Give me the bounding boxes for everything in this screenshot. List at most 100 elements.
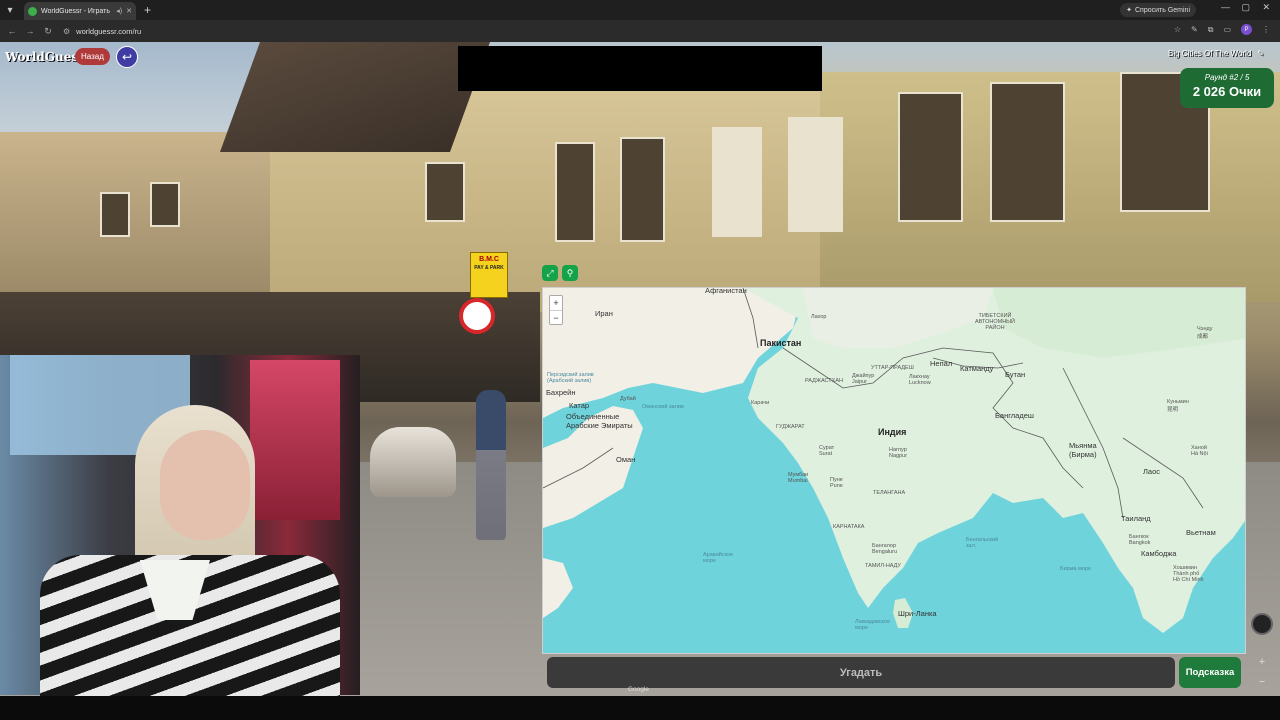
map-label: Камбоджа <box>1141 549 1177 558</box>
cast-icon[interactable]: ▭ <box>1223 25 1231 34</box>
browser-tab-bar: ▾ WorldGuessr - Играть в Ge... ◂) ✕ + ✦ … <box>0 0 1280 20</box>
map-label: Объединенные Арабские Эмираты <box>566 412 633 430</box>
profile-avatar[interactable]: P <box>1241 24 1252 35</box>
reload-icon[interactable]: ↻ <box>39 26 57 37</box>
gemini-label: Спросить Gemini <box>1134 6 1190 14</box>
google-attribution: Google <box>628 686 649 693</box>
map-label: Сурат Surat <box>819 445 835 457</box>
map-label: Пакистан <box>760 338 802 348</box>
guess-map[interactable]: Пакистан Индия Иран Афганистан Непал Кат… <box>542 287 1246 654</box>
guess-button[interactable]: Угадать <box>547 657 1175 688</box>
map-label: УТТАР-ПРАДЕШ <box>871 365 914 371</box>
map-label: КАРНАТАКА <box>833 524 865 530</box>
map-label: Нагпур Nagpur <box>889 447 908 459</box>
gemini-icon: ✦ <box>1126 7 1132 14</box>
window <box>898 92 963 222</box>
redaction-bar <box>458 46 822 91</box>
scooter <box>370 427 456 497</box>
map-label: Ханой Hà Nội <box>1191 445 1208 457</box>
gemini-button[interactable]: ✦ Спросить Gemini <box>1120 3 1196 17</box>
map-label: ГУДЖАРАТ <box>776 424 805 430</box>
map-label: Бутан <box>1005 370 1026 379</box>
map-label: Мьянма (Бирма) <box>1069 441 1097 459</box>
map-label: ТАМИЛ-НАДУ <box>865 563 901 569</box>
map-label: Катманду <box>960 364 994 373</box>
tab-search-icon[interactable]: ▾ <box>0 0 20 20</box>
map-label: Куньмин 昆明 <box>1167 399 1189 413</box>
map-label: Бахрейн <box>546 388 576 397</box>
address-bar-row: ← → ↻ ⚙ worldguessr.com/ru ☆ ✎ ⧉ ▭ P ⋮ <box>0 20 1280 42</box>
map-pin-button[interactable]: ⚲ <box>562 265 578 281</box>
map-label: Таиланд <box>1121 514 1151 523</box>
extension-icon[interactable]: ✎ <box>1191 25 1198 34</box>
tab-close-icon[interactable]: ✕ <box>126 7 132 15</box>
hint-button[interactable]: Подсказка <box>1179 657 1241 688</box>
window <box>100 192 130 237</box>
site-favicon-icon <box>28 6 37 16</box>
streamer-face <box>160 430 250 540</box>
forward-arrow-icon[interactable]: → <box>21 26 39 36</box>
map-label: Бенгальский зал. <box>966 537 999 549</box>
new-tab-icon[interactable]: + <box>144 3 151 17</box>
bmc-sign-text: B.M.C <box>479 256 499 263</box>
map-label: Хошимин Thành phố Hồ Chí Minh <box>1173 565 1204 583</box>
return-to-start-button[interactable]: ↩ <box>116 46 138 68</box>
menu-kebab-icon[interactable]: ⋮ <box>1262 25 1270 34</box>
map-label: Оман <box>616 455 636 464</box>
bookmark-star-icon[interactable]: ☆ <box>1174 25 1181 34</box>
browser-tab[interactable]: WorldGuessr - Играть в Ge... ◂) ✕ <box>24 2 136 20</box>
map-geography <box>543 288 1245 633</box>
round-indicator: Раунд #2 / 5 <box>1204 73 1250 82</box>
window <box>620 137 665 242</box>
map-zoom-in-button[interactable]: + <box>550 296 562 311</box>
return-arrow-icon: ↩ <box>121 50 133 64</box>
map-label: Персидский залив (Арабский залив) <box>547 372 594 384</box>
webcam-bg-pink <box>250 360 340 520</box>
minimize-icon[interactable]: — <box>1221 2 1230 12</box>
map-label: Пуне Pune <box>830 477 843 489</box>
map-label: Непал <box>930 359 953 368</box>
map-label: Индия <box>878 427 907 437</box>
map-zoom-control: + − <box>549 295 563 325</box>
map-zoom-out-button[interactable]: − <box>550 311 562 326</box>
roof <box>219 42 491 152</box>
restore-icon[interactable]: ▢ <box>1241 2 1250 13</box>
back-arrow-icon[interactable]: ← <box>3 26 21 36</box>
street-view-zoom-in-icon[interactable]: + <box>1255 655 1269 669</box>
close-window-icon[interactable]: ✕ <box>1262 2 1270 13</box>
map-label: Лакхнау Lucknow <box>909 374 931 386</box>
edit-pencil-icon[interactable]: ✎ <box>1257 49 1264 58</box>
map-label: ТЕЛАНГАНА <box>873 490 906 496</box>
map-label: Лаккадивское море <box>855 619 891 631</box>
window <box>788 117 843 232</box>
map-name: Big Cities Of The World ✎ <box>1168 49 1264 58</box>
map-expand-button[interactable]: ⤢ <box>542 265 558 281</box>
map-label: ТИБЕТСКИЙ АВТОНОМНЫЙ РАЙОН <box>975 313 1015 331</box>
site-info-icon[interactable]: ⚙ <box>63 27 70 36</box>
map-label: Лахор <box>811 314 827 320</box>
pedestrian <box>476 390 506 540</box>
map-label: Дубай <box>620 396 636 402</box>
map-label: Бангкок Bangkok <box>1129 534 1151 546</box>
map-label: Шри-Ланка <box>898 609 937 618</box>
map-label: Катар <box>569 401 590 410</box>
url-field[interactable]: worldguessr.com/ru <box>76 27 141 36</box>
map-label: Лаос <box>1143 467 1161 476</box>
bmc-pay-park-sign: B.M.C PAY & PARK <box>470 252 508 298</box>
window <box>712 127 762 237</box>
window <box>555 142 595 242</box>
window <box>425 162 465 222</box>
bottom-strip <box>0 696 1280 720</box>
extensions-puzzle-icon[interactable]: ⧉ <box>1208 25 1214 35</box>
pay-park-sign-text: PAY & PARK <box>474 265 504 271</box>
map-name-label: Big Cities Of The World <box>1168 49 1252 58</box>
back-button[interactable]: Назад <box>75 48 110 65</box>
points-total: 2 026 Очки <box>1192 84 1262 99</box>
audio-icon[interactable]: ◂) <box>116 7 122 15</box>
street-view-zoom-out-icon[interactable]: − <box>1255 675 1269 689</box>
map-label: Оманский залив <box>642 404 684 410</box>
compass-icon[interactable] <box>1251 613 1273 635</box>
map-label: Бангалор Bengaluru <box>872 543 898 555</box>
map-label: Бангладеш <box>995 411 1034 420</box>
pin-icon: ⚲ <box>566 267 574 278</box>
